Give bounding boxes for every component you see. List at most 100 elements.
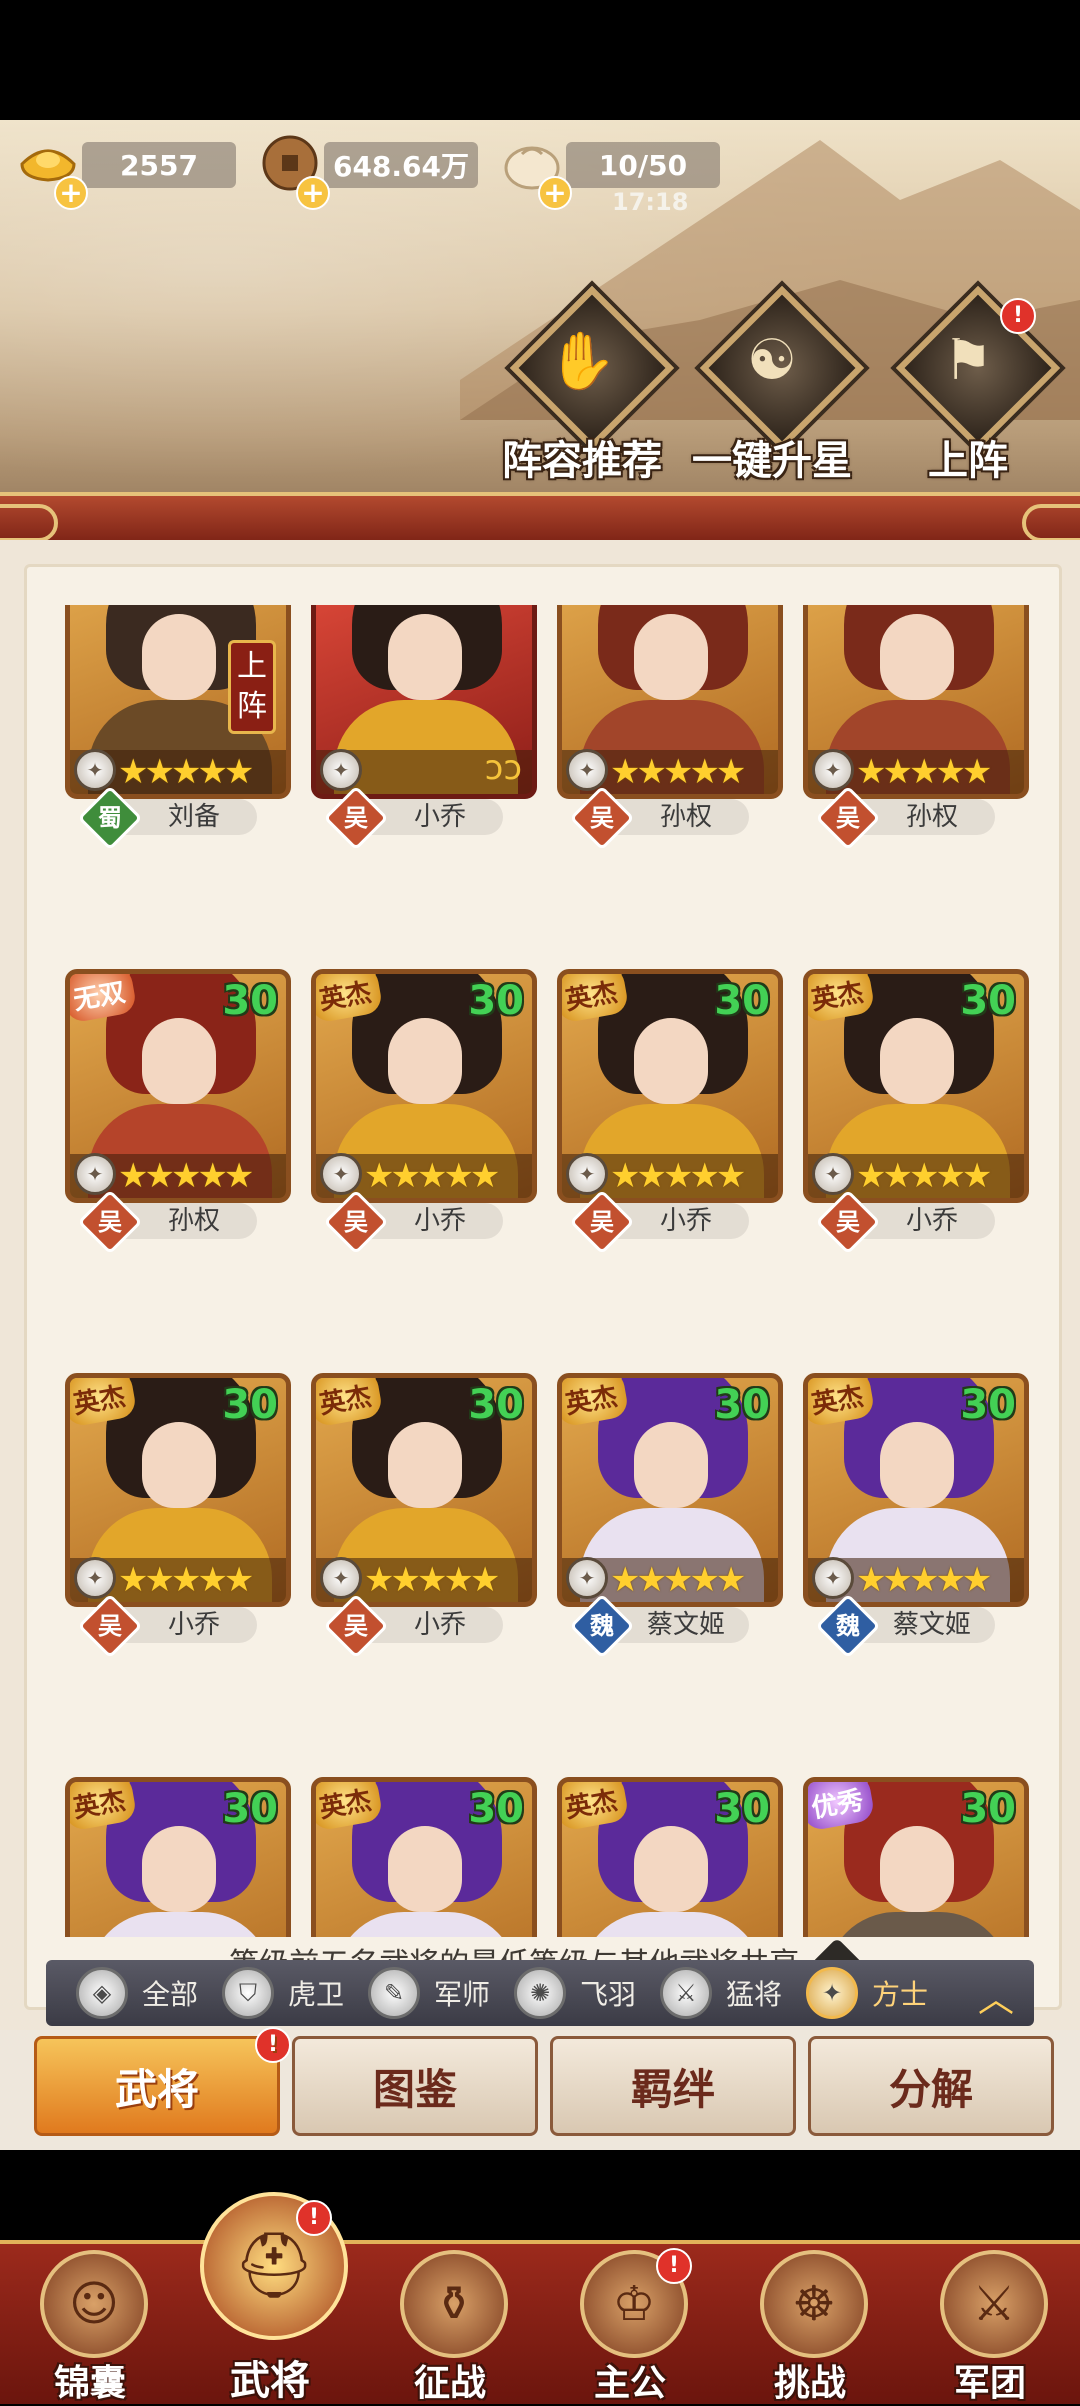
- general-card[interactable]: 英杰 30 ✦ ★★★★★: [803, 1373, 1029, 1607]
- filter-warrior-label: 猛将: [726, 1978, 783, 2011]
- star-bar: ✦ ★★★★★: [562, 1153, 778, 1198]
- mystic-class-icon: ✦: [74, 1153, 116, 1195]
- nav-challenge-label: 挑战: [773, 2363, 846, 2404]
- general-card[interactable]: 英杰 30: [311, 1777, 537, 1937]
- general-level: 30: [222, 1786, 278, 1832]
- general-card[interactable]: 英杰 30 ✦ ★★★★★: [557, 1373, 783, 1607]
- tab-dismantle-label: 分解: [888, 2064, 973, 2114]
- stamina-value: 10/50: [598, 148, 688, 182]
- tab-generals-label: 武将: [114, 2064, 199, 2114]
- general-card[interactable]: 英杰 30 ✦ ★★★★★: [803, 969, 1029, 1203]
- general-card[interactable]: 英杰 30 ✦ ★★★★★: [557, 969, 783, 1203]
- general-name: 蔡文姬: [646, 1610, 725, 1640]
- general-card[interactable]: 英杰 30 ✦ ★★★★★: [65, 1373, 291, 1607]
- deploy-notification-dot: !: [1000, 298, 1036, 334]
- portrait-robe: [334, 1912, 518, 1937]
- nav-item-lord[interactable]: ♔ 主公 !: [540, 2244, 720, 2404]
- star-rating: ★★★★★: [118, 752, 254, 792]
- general-card[interactable]: 优秀 30: [803, 1777, 1029, 1937]
- general-card[interactable]: 英杰 30: [557, 1777, 783, 1937]
- tab-dismantle[interactable]: 分解: [808, 2036, 1054, 2136]
- star-bar: ✦ ★★★★★: [70, 749, 286, 794]
- general-level: 30: [468, 1786, 524, 1832]
- faction-label: 吴: [344, 804, 368, 832]
- star-bar: ✦ ★★★★★: [808, 1557, 1024, 1602]
- faction-label: 吴: [344, 1208, 368, 1236]
- stamina-counter: 10/50: [566, 142, 720, 188]
- portrait-face: [142, 1826, 216, 1912]
- general-name-tag: 魏 蔡文姬: [569, 1593, 749, 1659]
- nav-item-campaign[interactable]: ⚱ 征战: [360, 2244, 540, 2404]
- general-card[interactable]: 英杰 30: [65, 1777, 291, 1937]
- nav-lord-notification-dot: !: [656, 2248, 692, 2284]
- gold-add-button[interactable]: +: [54, 176, 88, 210]
- class-filter-bar: ◈ 全部 ⛉ 虎卫 ✎ 军师 ✺ 飞羽 ⚔ 猛将 ✦ 方士 ︿: [46, 1960, 1034, 2026]
- sub-tabs: 武将 ! 图鉴 羁绊 分解: [0, 2027, 1080, 2150]
- coin-counter: 648.64万: [324, 142, 478, 188]
- nav-item-pouch[interactable]: ☺ 锦囊: [0, 2244, 180, 2404]
- general-card[interactable]: 无双 30 ✦ ★★★★★: [65, 969, 291, 1203]
- filter-all[interactable]: ◈ 全部: [76, 1960, 198, 2026]
- tab-generals[interactable]: 武将 !: [34, 2027, 291, 2136]
- star-bar: ✦ ★★★★★: [562, 749, 778, 794]
- filter-all-label: 全部: [142, 1978, 199, 2011]
- general-name: 孙权: [659, 802, 712, 832]
- portrait-face: [880, 614, 954, 700]
- portrait-face: [388, 1826, 462, 1912]
- coin-add-button[interactable]: +: [296, 176, 330, 210]
- generals-grid[interactable]: 上阵 ✦ ★★★★★ 蜀刘备 ✦ ↄↄ 吴小乔 ✦ ★★★★★ 吴孙权 ✦ ★★★★★ 吴孙权 无双 30 ✦…: [27, 605, 1059, 1937]
- general-level: 30: [714, 1382, 770, 1428]
- general-name-tag: 魏 蔡文姬: [815, 1593, 995, 1659]
- mystic-class-icon: ✦: [566, 1153, 608, 1195]
- filter-archer[interactable]: ✺ 飞羽: [514, 1960, 636, 2026]
- portrait-face: [880, 1422, 954, 1508]
- general-level: 30: [960, 978, 1016, 1024]
- mystic-class-icon: ✦: [566, 749, 608, 791]
- star-rating: ★★★★★: [856, 752, 992, 792]
- tab-generals-notification-dot: !: [255, 2027, 291, 2063]
- generals-panel: 上阵 ✦ ★★★★★ 蜀刘备 ✦ ↄↄ 吴小乔 ✦ ★★★★★ 吴孙权 ✦ ★★★★★ 吴孙权 无双 30 ✦…: [0, 540, 1080, 2030]
- mystic-class-icon: ✦: [320, 1557, 362, 1599]
- portrait-face: [880, 1826, 954, 1912]
- filter-mystic-label: 方士: [872, 1978, 929, 2011]
- general-level: 30: [960, 1382, 1016, 1428]
- portrait-robe: [580, 1912, 764, 1937]
- general-name: 小乔: [413, 802, 466, 832]
- filter-warrior[interactable]: ⚔ 猛将: [660, 1960, 782, 2026]
- pouch-icon: ☺: [40, 2250, 148, 2358]
- star-rating: ★★★★★: [610, 1560, 746, 1600]
- general-card[interactable]: ✦ ↄↄ: [311, 605, 537, 799]
- star-rating: ★★★★★: [856, 1560, 992, 1600]
- lineup-recommend-button[interactable]: ✋ 阵容推荐: [492, 285, 675, 494]
- general-card[interactable]: 上阵 ✦ ★★★★★: [65, 605, 291, 799]
- general-card[interactable]: 英杰 30 ✦ ★★★★★: [311, 1373, 537, 1607]
- portrait-face: [634, 1018, 708, 1104]
- tab-codex[interactable]: 图鉴: [292, 2036, 538, 2136]
- one-click-star-up-button[interactable]: ☯ 一键升星: [682, 285, 865, 494]
- gold-counter: 2557: [82, 142, 236, 188]
- general-card[interactable]: ✦ ★★★★★: [557, 605, 783, 799]
- star-bar: ✦ ★★★★★: [316, 1153, 532, 1198]
- star-bar: ✦ ★★★★★: [70, 1557, 286, 1602]
- nav-item-challenge[interactable]: ☸ 挑战: [720, 2244, 900, 2404]
- general-card[interactable]: 英杰 30 ✦ ★★★★★: [311, 969, 537, 1203]
- filter-strategist[interactable]: ✎ 军师: [368, 1960, 490, 2026]
- hand-fan-icon: ✋: [547, 329, 617, 394]
- tab-bonds[interactable]: 羁绊: [550, 2036, 796, 2136]
- stamina-timer: 17:18: [612, 188, 689, 216]
- filter-guard[interactable]: ⛉ 虎卫: [222, 1960, 344, 2026]
- general-name: 小乔: [905, 1206, 958, 1236]
- general-name-tag: 吴 小乔: [815, 1189, 995, 1255]
- general-level: 30: [222, 978, 278, 1024]
- collapse-filter-button[interactable]: ︿: [964, 1970, 1028, 2020]
- portrait-face: [142, 614, 216, 700]
- filter-mystic[interactable]: ✦ 方士: [806, 1960, 928, 2026]
- stamina-add-button[interactable]: +: [538, 176, 572, 210]
- nav-item-legion[interactable]: ⚔ 军团: [900, 2244, 1080, 2404]
- nav-item-generals[interactable]: ⛑ 武将 !: [180, 2192, 360, 2404]
- yin-yang-icon: ☯: [746, 328, 798, 393]
- general-card[interactable]: ✦ ★★★★★: [803, 605, 1029, 799]
- mystic-class-icon: ✦: [812, 1153, 854, 1195]
- faction-label: 吴: [590, 1208, 614, 1236]
- deploy-button[interactable]: ⚑ 上阵 !: [878, 285, 1061, 494]
